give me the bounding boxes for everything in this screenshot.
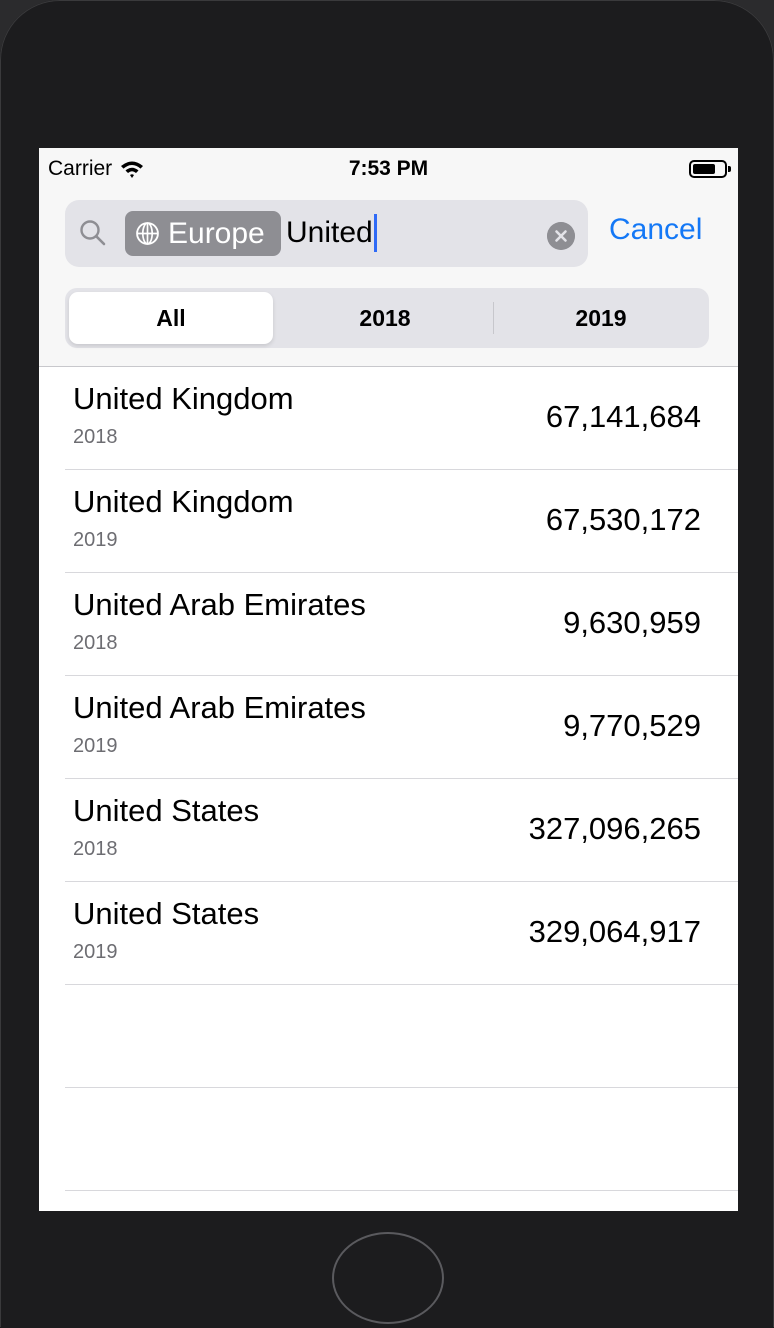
- clock: 7:53 PM: [348, 157, 429, 180]
- clear-icon[interactable]: [547, 222, 575, 250]
- battery-icon: [689, 160, 731, 178]
- search-header: Carrier 7:53 PM Europe United Cancel All…: [39, 148, 738, 367]
- search-icon: [80, 220, 106, 246]
- population-value: 67,141,684: [545, 399, 701, 434]
- population-value: 329,064,917: [528, 914, 701, 949]
- segment-divider: [493, 302, 494, 334]
- app-screen: Carrier 7:53 PM Europe United Cancel All…: [39, 148, 738, 1211]
- search-field[interactable]: Europe United: [65, 200, 588, 267]
- scope-segment-2018[interactable]: 2018: [283, 292, 487, 344]
- year-label: 2018: [73, 838, 118, 860]
- year-label: 2019: [73, 529, 118, 551]
- result-row[interactable]: United Arab Emirates 2019 9,770,529: [65, 676, 738, 779]
- home-button[interactable]: [332, 1232, 444, 1324]
- result-row[interactable]: United Kingdom 2019 67,530,172: [65, 470, 738, 573]
- scope-segment-2019[interactable]: 2019: [499, 292, 703, 344]
- population-value: 9,630,959: [563, 605, 701, 640]
- year-label: 2018: [73, 426, 118, 448]
- result-row[interactable]: United Kingdom 2018 67,141,684: [65, 367, 738, 470]
- country-name: United Kingdom: [73, 381, 294, 416]
- year-label: 2019: [73, 735, 118, 757]
- population-value: 67,530,172: [545, 502, 701, 537]
- scope-segment-all[interactable]: All: [69, 292, 273, 344]
- search-token-label: Europe: [168, 216, 265, 250]
- cancel-button[interactable]: Cancel: [609, 213, 702, 247]
- country-name: United Kingdom: [73, 484, 294, 519]
- results-list: United Kingdom 2018 67,141,684 United Ki…: [39, 367, 738, 1191]
- result-row[interactable]: United Arab Emirates 2018 9,630,959: [65, 573, 738, 676]
- country-name: United Arab Emirates: [73, 690, 366, 725]
- result-row[interactable]: United States 2019 329,064,917: [65, 882, 738, 985]
- empty-row: [65, 1088, 738, 1191]
- country-name: United States: [73, 793, 260, 828]
- population-value: 327,096,265: [528, 811, 701, 846]
- country-name: United Arab Emirates: [73, 587, 366, 622]
- population-value: 9,770,529: [563, 708, 701, 743]
- search-query: United: [286, 216, 373, 249]
- year-label: 2018: [73, 632, 118, 654]
- status-bar: Carrier 7:53 PM: [39, 148, 738, 188]
- search-input[interactable]: United: [286, 213, 377, 253]
- empty-row: [65, 985, 738, 1088]
- scope-segmented-control: All 2018 2019: [65, 288, 709, 348]
- globe-icon: [136, 222, 159, 245]
- device-bezel: Carrier 7:53 PM Europe United Cancel All…: [0, 0, 774, 1328]
- country-name: United States: [73, 896, 260, 931]
- year-label: 2019: [73, 941, 118, 963]
- result-row[interactable]: United States 2018 327,096,265: [65, 779, 738, 882]
- text-caret: [373, 214, 377, 252]
- search-token[interactable]: Europe: [125, 211, 281, 256]
